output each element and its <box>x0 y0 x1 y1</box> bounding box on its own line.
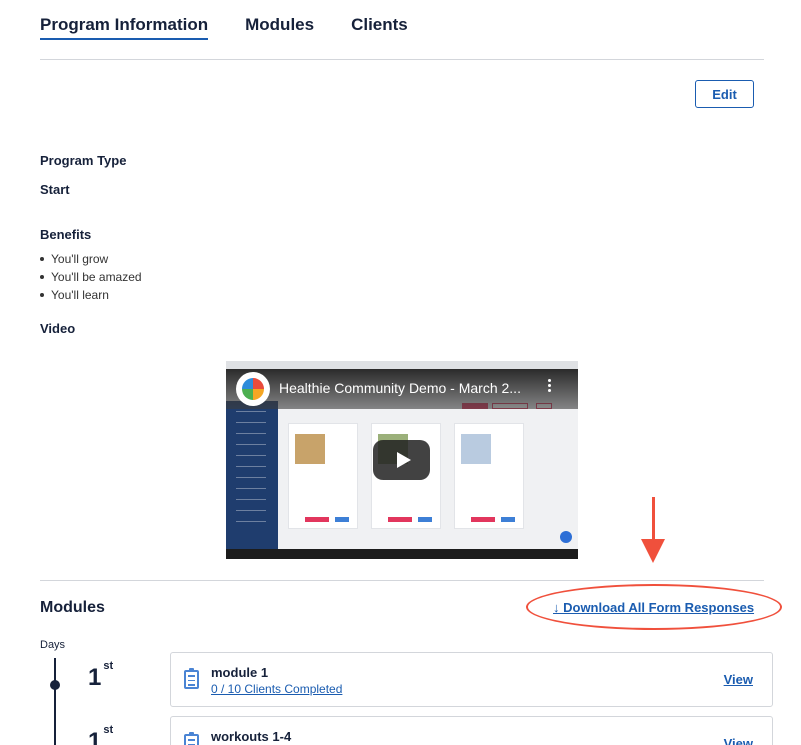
list-item: module 1 0 / 10 Clients Completed View <box>170 652 773 707</box>
list-item: You'll grow <box>40 250 142 268</box>
program-type-label: Program Type <box>40 153 127 168</box>
day-suffix: st <box>103 724 114 736</box>
tab-bar: Program Information Modules Clients <box>40 0 445 46</box>
video-browser-bar <box>226 361 578 369</box>
video-taskbar <box>226 549 578 559</box>
module-title: module 1 <box>211 665 269 680</box>
list-item: workouts 1-4 View <box>170 716 773 745</box>
bullet-icon <box>40 275 44 279</box>
module-day: 1st <box>88 660 113 692</box>
chat-icon <box>560 531 572 543</box>
benefits-label: Benefits <box>40 227 92 242</box>
day-number: 1 <box>88 664 102 691</box>
timeline-dot <box>50 680 60 690</box>
program-type-value: Start <box>40 182 70 197</box>
module-day: 1st <box>88 724 113 745</box>
benefit-text: You'll learn <box>51 288 109 302</box>
modules-heading: Modules <box>40 599 105 616</box>
clients-completed-link[interactable]: 0 / 10 Clients Completed <box>211 682 342 696</box>
benefit-text: You'll be amazed <box>51 270 142 284</box>
tab-program-information[interactable]: Program Information <box>40 0 209 40</box>
module-title: workouts 1-4 <box>211 729 292 744</box>
view-module-link[interactable]: View <box>724 672 753 687</box>
days-label: Days <box>40 639 66 651</box>
benefit-text: You'll grow <box>51 252 109 266</box>
video-label: Video <box>40 321 76 336</box>
tab-modules[interactable]: Modules <box>245 0 314 40</box>
benefits-list: You'll grow You'll be amazed You'll lear… <box>40 250 142 304</box>
tab-divider <box>40 59 764 60</box>
bullet-icon <box>40 293 44 297</box>
clipboard-icon <box>184 732 199 745</box>
section-divider <box>40 580 764 581</box>
tab-clients[interactable]: Clients <box>351 0 408 40</box>
annotation-arrow-icon <box>652 497 655 541</box>
annotation-circle <box>526 584 782 630</box>
list-item: You'll be amazed <box>40 268 142 286</box>
video-app-card <box>288 423 358 529</box>
day-number: 1 <box>88 728 102 745</box>
video-title: Healthie Community Demo - March 2... <box>279 380 521 396</box>
video-player[interactable]: Healthie Community Demo - March 2... <box>226 361 578 559</box>
list-item: You'll learn <box>40 286 142 304</box>
bullet-icon <box>40 257 44 261</box>
clipboard-icon <box>184 668 199 689</box>
view-module-link[interactable]: View <box>724 736 753 745</box>
video-app-sidebar <box>226 401 278 549</box>
edit-button[interactable]: Edit <box>695 80 754 108</box>
day-suffix: st <box>103 660 114 672</box>
annotation-arrow-head-icon <box>641 539 665 563</box>
play-icon[interactable] <box>373 440 430 480</box>
timeline-line <box>54 658 56 745</box>
channel-logo-icon <box>236 372 270 406</box>
more-options-icon[interactable] <box>548 379 552 395</box>
video-app-card <box>454 423 524 529</box>
